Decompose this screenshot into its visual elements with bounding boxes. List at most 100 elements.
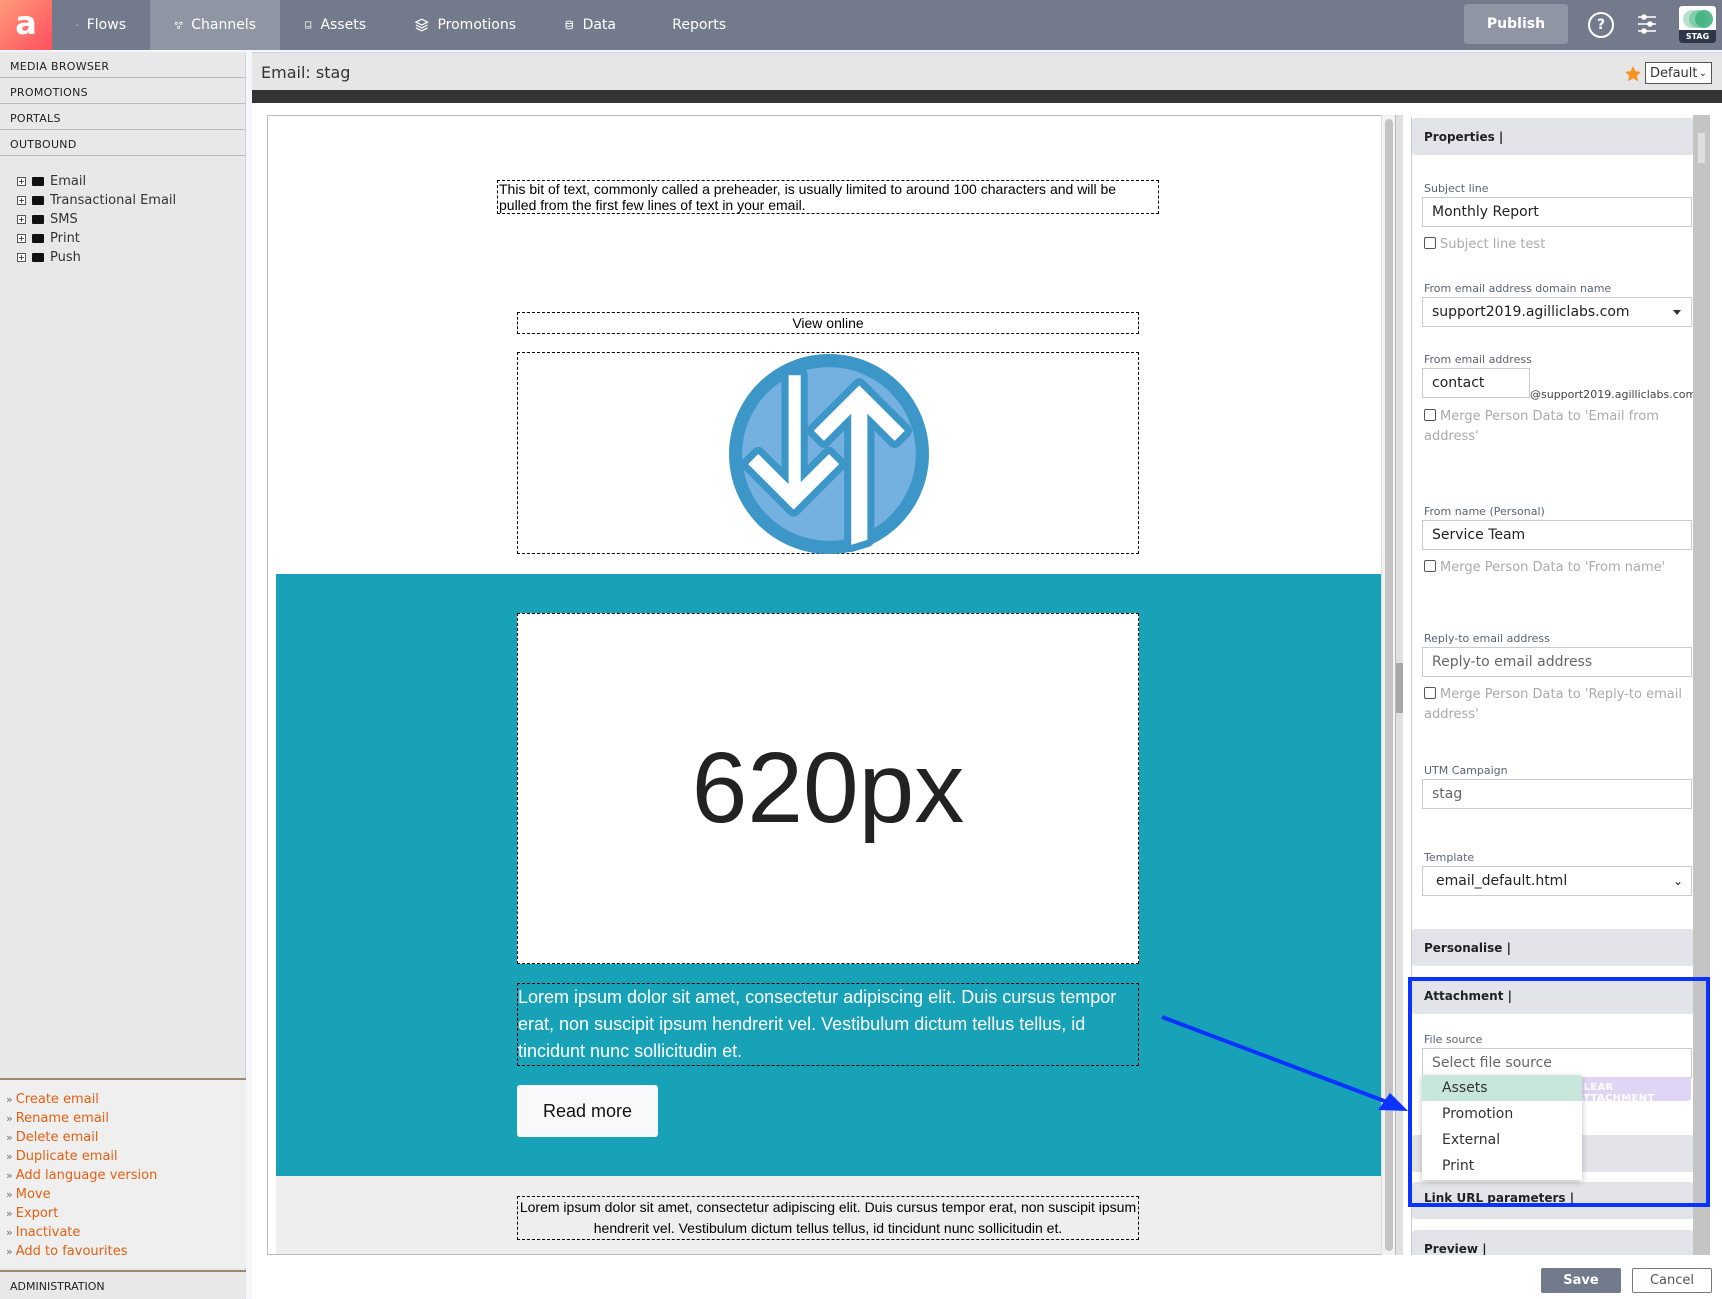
file-source-dropdown: Assets Promotion External Print — [1422, 1075, 1582, 1180]
app-logo[interactable]: a — [0, 0, 52, 50]
expand-icon[interactable]: + — [17, 196, 26, 205]
sidebar-section-portals[interactable]: PORTALS — [0, 104, 245, 130]
tree-item-transactional-email[interactable]: + Transactional Email — [17, 191, 245, 210]
canvas-scrollbar[interactable] — [1381, 115, 1395, 1255]
chevron-down-icon: ⌄ — [1698, 67, 1707, 79]
tree-item-email[interactable]: + Email — [17, 172, 245, 191]
checkbox-icon[interactable] — [1424, 409, 1436, 421]
checkbox-icon[interactable] — [1424, 687, 1436, 699]
file-source-select[interactable]: Select file source — [1422, 1048, 1692, 1078]
save-button[interactable]: Save — [1541, 1268, 1621, 1293]
editor-title: Email: stag — [261, 63, 351, 82]
file-source-option-assets[interactable]: Assets — [1422, 1075, 1582, 1101]
attachment-section-header[interactable]: Attachment | — [1412, 977, 1693, 1014]
checkbox-label: Merge Person Data to 'Reply-to email add… — [1424, 687, 1682, 722]
read-more-button[interactable]: Read more — [517, 1085, 658, 1137]
utm-campaign-input[interactable]: stag — [1422, 779, 1692, 809]
nav-flows[interactable]: Flows — [52, 0, 150, 50]
nav-reports[interactable]: Reports — [640, 0, 750, 50]
tree-item-sms[interactable]: + SMS — [17, 210, 245, 229]
subject-line-test-checkbox[interactable]: Subject line test — [1424, 235, 1686, 255]
sidebar-section-promotions[interactable]: PROMOTIONS — [0, 78, 245, 104]
help-icon[interactable]: ? — [1588, 12, 1614, 38]
checkbox-icon[interactable] — [1424, 237, 1436, 249]
subject-line-input[interactable]: Monthly Report — [1422, 197, 1692, 227]
nav-channels[interactable]: Channels — [150, 0, 280, 50]
from-name-input[interactable]: Service Team — [1422, 520, 1692, 550]
expand-icon[interactable]: + — [17, 253, 26, 262]
properties-section-header[interactable]: Properties | — [1412, 118, 1693, 155]
folder-icon — [32, 177, 44, 186]
action-add-language-version[interactable]: » Add language version — [0, 1168, 246, 1187]
template-label: Template — [1424, 851, 1475, 864]
view-mode-select[interactable]: Default ⌄ — [1645, 62, 1712, 84]
sidebar-section-outbound[interactable]: OUTBOUND — [0, 130, 245, 156]
view-online-link[interactable]: View online — [517, 312, 1139, 334]
social-icon[interactable] — [738, 1254, 780, 1255]
tree-item-label: Transactional Email — [50, 193, 177, 208]
nav-data[interactable]: Data — [540, 0, 640, 50]
merge-from-name-checkbox[interactable]: Merge Person Data to 'From name' — [1424, 558, 1686, 578]
merge-from-email-checkbox[interactable]: Merge Person Data to 'Email from address… — [1424, 407, 1686, 447]
expand-icon[interactable]: + — [17, 177, 26, 186]
nav-promotions[interactable]: Promotions — [390, 0, 540, 50]
template-select[interactable]: email_default.html ⌄ — [1422, 866, 1692, 896]
cancel-button[interactable]: Cancel — [1632, 1268, 1712, 1293]
action-move[interactable]: » Move — [0, 1187, 246, 1206]
action-delete-email[interactable]: » Delete email — [0, 1130, 246, 1149]
settings-sliders-icon[interactable] — [1636, 14, 1658, 34]
nav-label: Reports — [672, 17, 726, 33]
splitter-scroll-thumb[interactable] — [1396, 663, 1403, 713]
action-add-to-favourites[interactable]: » Add to favourites — [0, 1244, 246, 1263]
hero-section: 620px Lorem ipsum dolor sit amet, consec… — [276, 574, 1381, 1176]
properties-scroll-thumb[interactable] — [1698, 133, 1705, 163]
preheader-block[interactable]: This bit of text, commonly called a preh… — [497, 180, 1159, 214]
sidebar-section-administration[interactable]: ADMINISTRATION — [0, 1270, 246, 1298]
action-rename-email[interactable]: » Rename email — [0, 1111, 246, 1130]
editor-main: Email: stag Default ⌄ This bit of text, c… — [252, 52, 1722, 1299]
favourite-star-icon[interactable] — [1624, 65, 1642, 83]
social-icon[interactable] — [798, 1254, 840, 1255]
publish-button[interactable]: Publish — [1464, 4, 1568, 44]
file-source-option-print[interactable]: Print — [1422, 1153, 1582, 1179]
view-mode-value: Default — [1650, 65, 1698, 81]
preview-section-header[interactable]: Preview | — [1412, 1230, 1693, 1255]
nav-label: Assets — [320, 17, 366, 33]
from-email-input[interactable]: contact — [1422, 368, 1530, 398]
environment-logo-icon — [1683, 10, 1713, 28]
action-inactivate[interactable]: » Inactivate — [0, 1225, 246, 1244]
properties-panel-scrollbar[interactable] — [1693, 115, 1710, 1255]
nav-assets[interactable]: Assets — [280, 0, 390, 50]
social-icon[interactable] — [858, 1254, 900, 1255]
link-url-parameters-section-header[interactable]: Link URL parameters | — [1412, 1182, 1693, 1219]
sidebar: MEDIA BROWSER PROMOTIONS PORTALS OUTBOUN… — [0, 52, 246, 1299]
action-create-email[interactable]: » Create email — [0, 1092, 246, 1111]
environment-badge[interactable]: STAG — [1679, 6, 1716, 43]
file-source-option-external[interactable]: External — [1422, 1127, 1582, 1153]
email-preview: This bit of text, commonly called a preh… — [268, 116, 1381, 1255]
action-duplicate-email[interactable]: » Duplicate email — [0, 1149, 246, 1168]
expand-icon[interactable]: + — [17, 215, 26, 224]
merge-reply-to-checkbox[interactable]: Merge Person Data to 'Reply-to email add… — [1424, 685, 1686, 725]
hero-image-placeholder[interactable]: 620px — [517, 613, 1139, 964]
splitter-scrollbar[interactable] — [1395, 115, 1403, 1255]
checkbox-icon[interactable] — [1424, 560, 1436, 572]
domain-value: support2019.agilliclabs.com — [1432, 304, 1630, 320]
action-export[interactable]: » Export — [0, 1206, 246, 1225]
subject-line-label: Subject line — [1424, 182, 1489, 195]
hero-text-block[interactable]: Lorem ipsum dolor sit amet, consectetur … — [517, 983, 1139, 1066]
personalise-section-header[interactable]: Personalise | — [1412, 929, 1693, 966]
logo-block[interactable] — [517, 352, 1139, 554]
tree-item-print[interactable]: + Print — [17, 229, 245, 248]
footer-text-block[interactable]: Lorem ipsum dolor sit amet, consectetur … — [517, 1196, 1139, 1240]
domain-select[interactable]: support2019.agilliclabs.com — [1422, 297, 1692, 327]
tree-item-push[interactable]: + Push — [17, 248, 245, 267]
expand-icon[interactable]: + — [17, 234, 26, 243]
from-email-label: From email address — [1424, 353, 1532, 366]
email-canvas[interactable]: This bit of text, commonly called a preh… — [267, 115, 1381, 1255]
file-source-option-promotion[interactable]: Promotion — [1422, 1101, 1582, 1127]
reply-to-input[interactable]: Reply-to email address — [1422, 647, 1692, 677]
sidebar-section-media-browser[interactable]: MEDIA BROWSER — [0, 52, 245, 78]
canvas-scroll-thumb[interactable] — [1385, 119, 1393, 1251]
reply-to-label: Reply-to email address — [1424, 632, 1550, 645]
